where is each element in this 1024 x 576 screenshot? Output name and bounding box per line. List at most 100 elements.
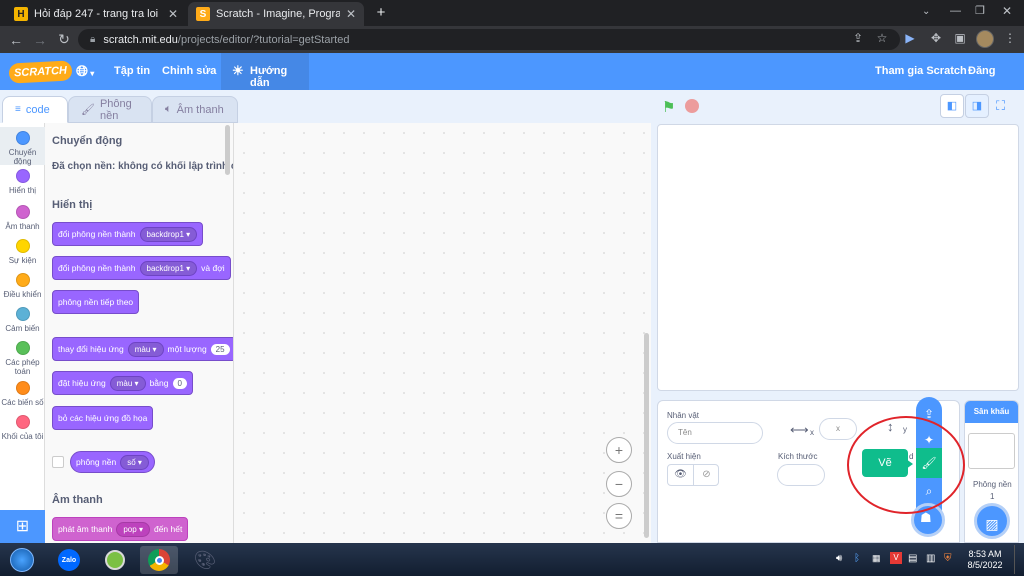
- category-control[interactable]: Điều khiển: [0, 273, 45, 299]
- effect-dropdown[interactable]: màu ▾: [127, 341, 164, 357]
- zoom-out-button[interactable]: −: [606, 471, 632, 497]
- annotation-circle: [847, 416, 965, 514]
- add-extension-button[interactable]: ⊞: [0, 510, 45, 543]
- extension-arrow-icon[interactable]: ▶: [902, 31, 918, 45]
- effect-dropdown[interactable]: màu ▾: [109, 375, 146, 391]
- browser-tab-scratch[interactable]: S Scratch - Imagine, Program, Shar ✕: [188, 2, 364, 26]
- maximize-icon[interactable]: ❐: [975, 4, 985, 17]
- join-scratch-link[interactable]: Tham gia Scratch: [875, 53, 967, 90]
- tray-item-icon[interactable]: ▦: [872, 553, 881, 564]
- size-input[interactable]: [777, 464, 825, 486]
- tab-backdrops[interactable]: 🖌︎ Phông nền: [68, 96, 152, 123]
- show-eye-icon[interactable]: 👁︎: [668, 465, 694, 485]
- category-label: Chuyển động: [8, 148, 37, 166]
- display-icon[interactable]: ▥: [926, 553, 935, 564]
- category-my-blocks[interactable]: Khối của tôi: [0, 415, 45, 441]
- more-menu-icon[interactable]: ⋮: [1002, 31, 1018, 45]
- tab-code[interactable]: ≡ code: [2, 96, 68, 123]
- number-input[interactable]: 0: [172, 377, 187, 389]
- sprite-name-input[interactable]: Tên: [667, 422, 763, 444]
- paint-palette-icon: 🎨︎: [193, 549, 217, 570]
- tab-sounds[interactable]: 🔈︎ Âm thanh: [152, 96, 238, 123]
- url-bar[interactable]: 🔒︎ scratch.mit.edu/projects/editor/?tuto…: [78, 29, 900, 50]
- share-icon[interactable]: ⇪: [850, 31, 866, 45]
- browser-tab-hoidap[interactable]: H Hỏi đáp 247 - trang tra loi ✕: [6, 2, 186, 26]
- zoom-in-button[interactable]: +: [606, 437, 632, 463]
- backdrop-dropdown[interactable]: backdrop1 ▾: [139, 226, 198, 242]
- backdrops-label: Phông nền: [973, 480, 1012, 489]
- block-backdrop-reporter[interactable]: phông nền số ▾: [70, 451, 155, 473]
- number-name-dropdown[interactable]: số ▾: [120, 454, 149, 470]
- x-input[interactable]: x: [819, 418, 857, 440]
- file-menu[interactable]: Tập tin: [114, 53, 150, 90]
- hide-eye-icon[interactable]: ⊘: [694, 465, 719, 485]
- taskbar-chrome[interactable]: [140, 546, 178, 574]
- sound-heading: Âm thanh: [52, 494, 103, 506]
- system-clock[interactable]: 8:53 AM 8/5/2022: [962, 549, 1008, 571]
- start-button[interactable]: [2, 546, 42, 574]
- stop-icon[interactable]: [685, 99, 699, 113]
- category-operators[interactable]: Các phép toán: [0, 341, 45, 376]
- block-switch-backdrop-wait[interactable]: đổi phông nền thành backdrop1 ▾ và đợi: [52, 256, 231, 280]
- block-clear-effects[interactable]: bỏ các hiệu ứng đồ họa: [52, 406, 154, 430]
- block-play-sound[interactable]: phát âm thanh pop ▾ đến hết: [52, 517, 189, 541]
- profile-avatar[interactable]: [976, 30, 994, 48]
- reload-icon[interactable]: ↻: [52, 31, 76, 48]
- category-looks[interactable]: Hiển thị: [0, 169, 45, 195]
- palette-scrollbar[interactable]: [225, 125, 230, 175]
- bookmark-star-icon[interactable]: ☆: [874, 31, 890, 45]
- taskbar-paint[interactable]: 🎨︎: [186, 546, 224, 574]
- backdrop-dropdown[interactable]: backdrop1 ▾: [139, 260, 198, 276]
- network-icon[interactable]: ▤: [908, 553, 917, 564]
- sound-dropdown[interactable]: pop ▾: [116, 521, 150, 537]
- sign-in-link[interactable]: Đăng nhập: [968, 53, 1024, 114]
- scratch-logo[interactable]: SCRATCH: [8, 60, 73, 84]
- block-text: thay đổi hiệu ứng: [58, 344, 124, 354]
- small-stage-button[interactable]: ◧: [940, 94, 964, 118]
- shield-icon[interactable]: ⛨: [944, 553, 952, 564]
- extensions-puzzle-icon[interactable]: ✥: [928, 31, 944, 45]
- number-input[interactable]: 25: [210, 343, 230, 355]
- close-icon[interactable]: ✕: [168, 7, 178, 21]
- antivirus-icon[interactable]: V: [890, 552, 902, 564]
- category-motion[interactable]: Chuyển động: [0, 127, 45, 166]
- window-close-icon[interactable]: ✕: [1002, 4, 1012, 18]
- block-next-backdrop[interactable]: phông nền tiếp theo: [52, 290, 140, 314]
- language-globe-icon[interactable]: 🌐︎ ▾: [76, 53, 94, 90]
- x-label: x: [810, 428, 814, 437]
- taskbar-app[interactable]: [96, 546, 134, 574]
- block-mid-text: bằng: [149, 378, 169, 388]
- zoom-reset-button[interactable]: =: [606, 503, 632, 529]
- workspace-scrollbar[interactable]: [644, 333, 649, 538]
- fullscreen-icon[interactable]: ⛶: [996, 98, 1005, 114]
- backdrop-reporter-checkbox[interactable]: [52, 456, 64, 468]
- green-flag-icon[interactable]: ⚑: [662, 98, 675, 116]
- block-set-effect[interactable]: đặt hiệu ứng màu ▾ bằng 0: [52, 371, 193, 395]
- new-tab-button[interactable]: +: [372, 4, 390, 22]
- stage-canvas[interactable]: [657, 124, 1019, 391]
- close-icon[interactable]: ✕: [346, 7, 356, 21]
- category-events[interactable]: Sự kiện: [0, 239, 45, 265]
- category-sound[interactable]: Âm thanh: [0, 205, 45, 231]
- block-switch-backdrop[interactable]: đổi phông nền thành backdrop1 ▾: [52, 222, 204, 246]
- choose-backdrop-button[interactable]: ▨: [974, 503, 1010, 539]
- tutorials-menu[interactable]: ☀ Hướng dẫn: [221, 53, 309, 90]
- category-sensing[interactable]: Cảm biến: [0, 307, 45, 333]
- tab-sounds-label: Âm thanh: [176, 103, 224, 116]
- bluetooth-icon[interactable]: ᛒ: [854, 553, 860, 564]
- code-workspace[interactable]: + − =: [234, 123, 651, 543]
- tab-search-icon[interactable]: ⌄: [922, 6, 930, 17]
- speaker-icon: 🔈︎: [165, 103, 172, 115]
- lightbulb-icon: ☀: [232, 63, 244, 78]
- taskbar-zalo[interactable]: Zalo: [50, 546, 88, 574]
- show-desktop-button[interactable]: [1014, 545, 1022, 574]
- large-stage-button[interactable]: ◨: [965, 94, 989, 118]
- back-icon[interactable]: ←: [4, 32, 28, 48]
- category-variables[interactable]: Các biến số: [0, 381, 45, 407]
- block-change-effect[interactable]: thay đổi hiệu ứng màu ▾ một lượng 25: [52, 337, 233, 361]
- volume-icon[interactable]: 🔊︎: [836, 553, 842, 564]
- forward-icon[interactable]: →: [28, 32, 52, 48]
- side-panel-icon[interactable]: ▣: [952, 31, 968, 45]
- edit-menu[interactable]: Chỉnh sửa: [162, 53, 216, 90]
- minimize-icon[interactable]: —: [950, 5, 961, 17]
